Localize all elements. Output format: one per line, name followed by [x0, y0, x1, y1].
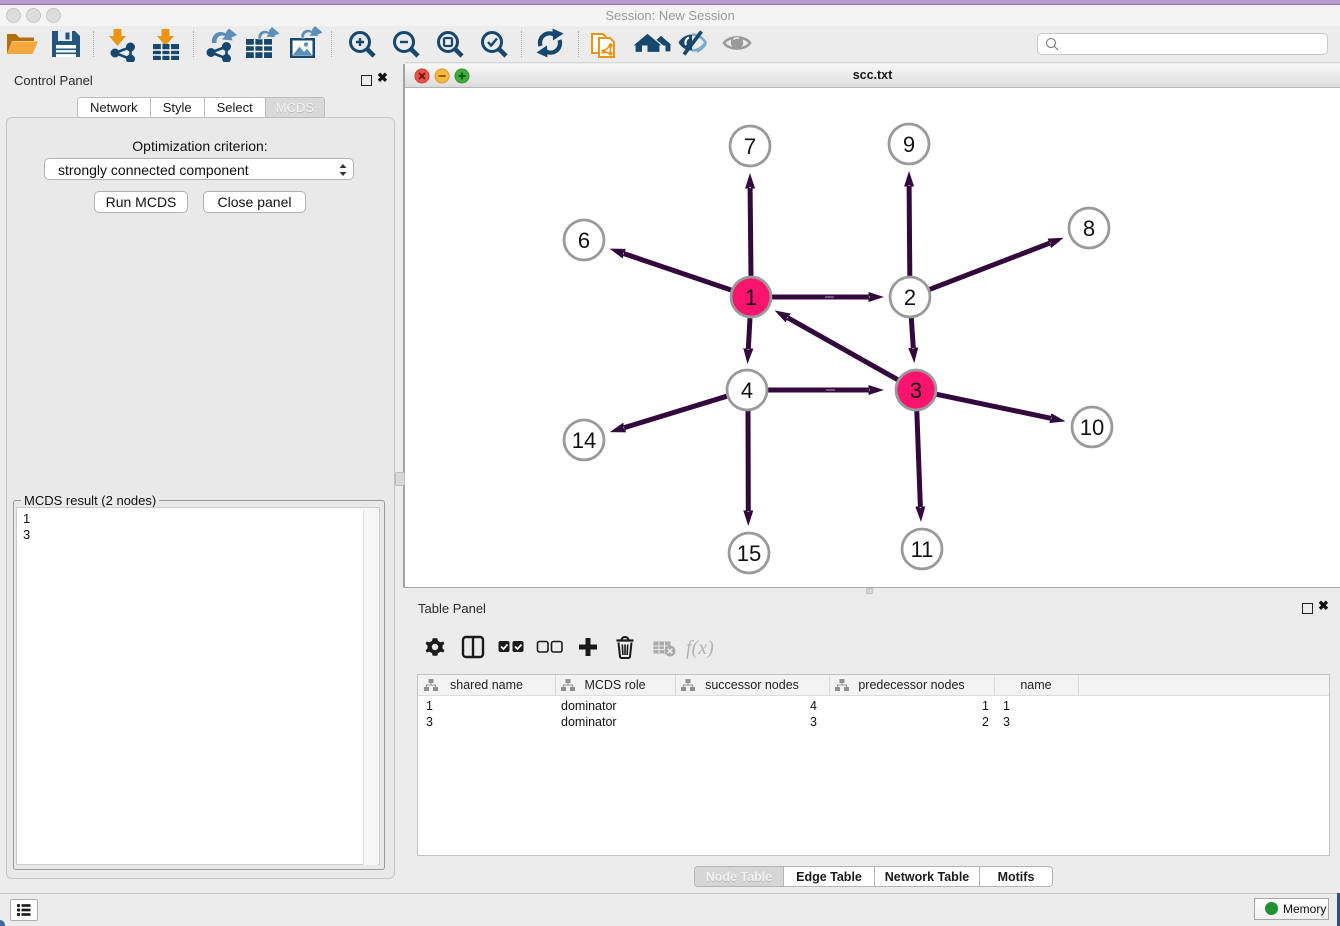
svg-text:7: 7 — [744, 134, 756, 159]
svg-text:8: 8 — [1083, 216, 1095, 241]
svg-text:2: 2 — [904, 285, 916, 310]
svg-text:9: 9 — [903, 132, 915, 157]
svg-text:14: 14 — [572, 428, 596, 453]
svg-text:10: 10 — [1080, 415, 1104, 440]
svg-text:1: 1 — [745, 285, 757, 310]
svg-text:6: 6 — [578, 228, 590, 253]
svg-text:15: 15 — [737, 541, 761, 566]
svg-text:4: 4 — [741, 378, 753, 403]
svg-text:11: 11 — [911, 537, 934, 562]
svg-text:f(x): f(x) — [686, 637, 714, 659]
svg-text:3: 3 — [910, 378, 922, 403]
